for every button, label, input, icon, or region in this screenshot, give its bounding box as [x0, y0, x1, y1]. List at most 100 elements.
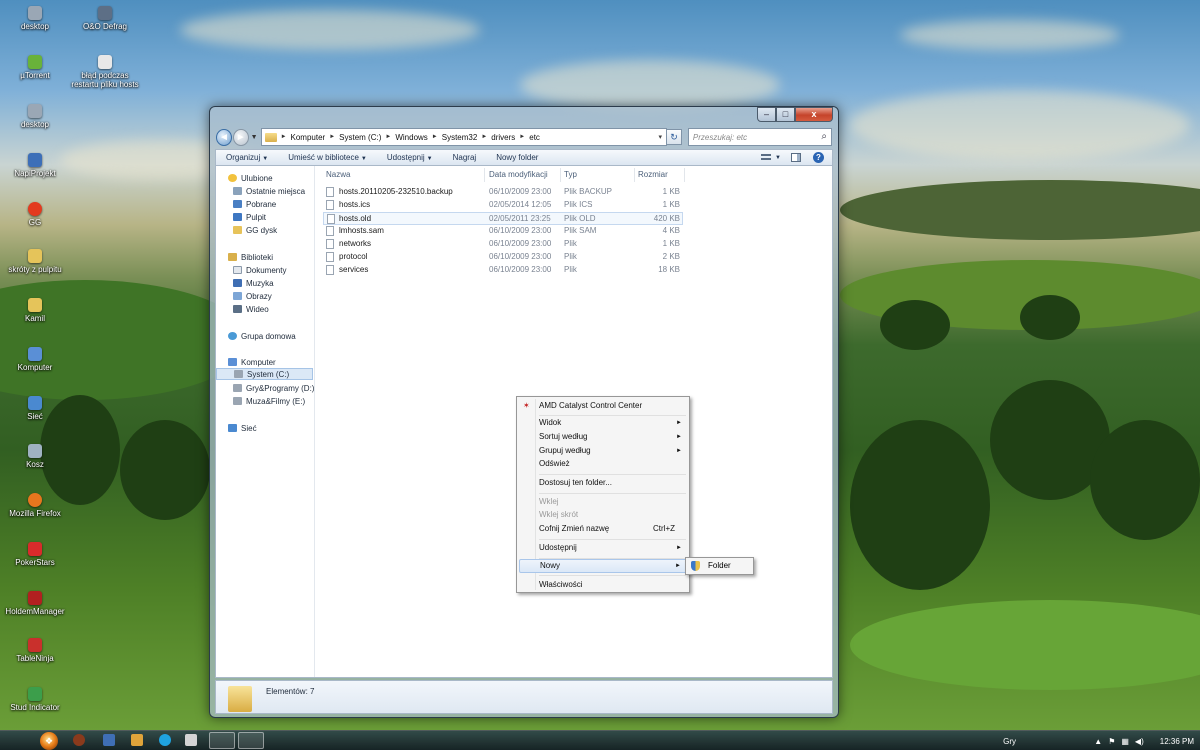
- nav-drive-e[interactable]: Muza&Filmy (E:): [233, 395, 305, 407]
- desktop-icon-holdemmanager[interactable]: HoldemManager: [0, 591, 72, 616]
- desktop-icon-pokerstars[interactable]: PokerStars: [0, 542, 72, 567]
- chevron-right-icon[interactable]: ►: [281, 134, 287, 140]
- nav-libraries[interactable]: Biblioteki: [228, 251, 273, 263]
- desktop-icon-network[interactable]: Sieć: [0, 396, 72, 421]
- chevron-right-icon[interactable]: ►: [481, 134, 487, 140]
- nav-music[interactable]: Muzyka: [233, 277, 274, 289]
- menu-item-share[interactable]: Udostępnij ►: [519, 541, 687, 555]
- chevron-up-icon[interactable]: ▲: [1094, 737, 1102, 746]
- nav-network[interactable]: Sieć: [228, 422, 257, 434]
- menu-item-new[interactable]: Nowy ►: [519, 559, 687, 573]
- include-in-library-button[interactable]: Umieść w bibliotece ▼: [278, 153, 377, 162]
- taskbar-app-icon[interactable]: [185, 734, 197, 746]
- menu-item-view[interactable]: Widok ►: [519, 416, 687, 430]
- chevron-right-icon[interactable]: ►: [385, 134, 391, 140]
- desktop-icon-shortcuts[interactable]: skróty z pulpitu: [0, 249, 72, 274]
- share-button[interactable]: Udostępnij ▼: [377, 153, 443, 162]
- organize-button[interactable]: Organizuj ▼: [216, 153, 278, 162]
- desktop-icon-napiprojekt[interactable]: NapiProjekt: [0, 153, 72, 178]
- desktop-icon-kamil[interactable]: Kamil: [0, 298, 72, 323]
- taskbar-firefox-button[interactable]: [209, 732, 235, 749]
- menu-item-customize-folder[interactable]: Dostosuj ten folder...: [519, 476, 687, 490]
- language-indicator[interactable]: Gry: [1003, 737, 1016, 746]
- submenu-item-folder[interactable]: Folder: [688, 560, 751, 572]
- file-row[interactable]: networks 06/10/2009 23:00 Plik 1 KB: [323, 238, 683, 251]
- address-bar[interactable]: ► Komputer ► System (C:) ► Windows ► Sys…: [260, 128, 668, 146]
- views-icon[interactable]: [761, 153, 772, 162]
- desktop-icon-gg[interactable]: GG: [0, 202, 72, 227]
- breadcrumb-windows[interactable]: Windows: [395, 133, 427, 142]
- flag-icon[interactable]: ⚑: [1108, 737, 1115, 746]
- back-button[interactable]: ◄: [216, 128, 232, 146]
- nav-documents[interactable]: Dokumenty: [233, 264, 286, 276]
- help-icon[interactable]: ?: [813, 152, 824, 163]
- menu-item-group-by[interactable]: Grupuj według ►: [519, 444, 687, 458]
- taskbar-skype-icon[interactable]: [159, 734, 171, 746]
- breadcrumb-drivers[interactable]: drivers: [491, 133, 515, 142]
- preview-pane-icon[interactable]: [791, 153, 801, 162]
- menu-item-properties[interactable]: Właściwości: [519, 578, 687, 592]
- forward-button[interactable]: ►: [232, 128, 249, 146]
- nav-downloads[interactable]: Pobrane: [233, 198, 276, 210]
- recent-pages-dropdown[interactable]: ▼: [251, 134, 258, 141]
- desktop-icon-utorrent[interactable]: µTorrent: [0, 55, 72, 80]
- breadcrumb-system-c[interactable]: System (C:): [339, 133, 381, 142]
- taskbar-app-icon[interactable]: [103, 734, 115, 746]
- close-button[interactable]: x: [795, 107, 833, 122]
- clock[interactable]: 12:36 PM: [1160, 737, 1194, 746]
- nav-recent-places[interactable]: Ostatnie miejsca: [233, 185, 305, 197]
- menu-item-undo-rename[interactable]: Cofnij Zmień nazwę Ctrl+Z: [519, 522, 687, 536]
- nav-gg-disk[interactable]: GG dysk: [233, 224, 277, 236]
- desktop-icon-defrag[interactable]: O&O Defrag: [68, 6, 142, 31]
- file-row[interactable]: hosts.old 02/05/2011 23:25 Plik OLD 420 …: [323, 212, 683, 225]
- taskbar-app-icon[interactable]: [131, 734, 143, 746]
- minimize-button[interactable]: –: [757, 107, 776, 122]
- network-icon[interactable]: ▦: [1121, 737, 1129, 746]
- search-icon[interactable]: ⌕: [821, 131, 827, 142]
- search-input[interactable]: Przeszukaj: etc ⌕: [687, 128, 832, 146]
- menu-item-refresh[interactable]: Odśwież: [519, 457, 687, 471]
- file-row[interactable]: hosts.ics 02/05/2014 12:05 Plik ICS 1 KB: [323, 199, 683, 212]
- refresh-button[interactable]: ↻: [667, 129, 682, 145]
- address-dropdown-button[interactable]: ▾: [655, 133, 667, 141]
- breadcrumb-komputer[interactable]: Komputer: [291, 133, 326, 142]
- desktop-icon-desktop[interactable]: desktop: [0, 6, 72, 31]
- start-button[interactable]: ❖: [40, 732, 58, 750]
- nav-homegroup[interactable]: Grupa domowa: [228, 330, 296, 342]
- column-header-date[interactable]: Data modyfikacji: [489, 170, 548, 182]
- column-divider[interactable]: [684, 168, 685, 182]
- nav-computer[interactable]: Komputer: [228, 356, 276, 368]
- file-row[interactable]: protocol 06/10/2009 23:00 Plik 2 KB: [323, 251, 683, 264]
- file-row[interactable]: lmhosts.sam 06/10/2009 23:00 Plik SAM 4 …: [323, 225, 683, 238]
- nav-pictures[interactable]: Obrazy: [233, 290, 272, 302]
- file-row[interactable]: hosts.20110205-232510.backup 06/10/2009 …: [323, 186, 683, 199]
- volume-icon[interactable]: ◀): [1135, 737, 1144, 746]
- chevron-down-icon[interactable]: ▼: [775, 155, 781, 161]
- file-row[interactable]: services 06/10/2009 23:00 Plik 18 KB: [323, 264, 683, 277]
- column-header-type[interactable]: Typ: [564, 170, 577, 182]
- nav-drive-d[interactable]: Gry&Programy (D:): [233, 382, 314, 394]
- taskbar-app-icon[interactable]: [73, 734, 85, 746]
- column-divider[interactable]: [634, 168, 635, 182]
- breadcrumb-etc[interactable]: etc: [529, 133, 540, 142]
- desktop-icon-firefox[interactable]: Mozilla Firefox: [0, 493, 72, 518]
- new-folder-button[interactable]: Nowy folder: [486, 153, 548, 162]
- burn-button[interactable]: Nagraj: [443, 153, 487, 162]
- desktop-icon-stud-indicator[interactable]: Stud Indicator: [0, 687, 72, 712]
- desktop-icon-computer[interactable]: Komputer: [0, 347, 72, 372]
- breadcrumb-system32[interactable]: System32: [442, 133, 478, 142]
- column-divider[interactable]: [560, 168, 561, 182]
- chevron-right-icon[interactable]: ►: [432, 134, 438, 140]
- menu-item-amd-catalyst[interactable]: ✶ AMD Catalyst Control Center: [519, 399, 687, 413]
- menu-item-sort-by[interactable]: Sortuj według ►: [519, 430, 687, 444]
- maximize-button[interactable]: □: [776, 107, 795, 122]
- taskbar-explorer-button[interactable]: [238, 732, 264, 749]
- desktop-icon-desktop-2[interactable]: desktop: [0, 104, 72, 129]
- desktop-icon-hosts-error[interactable]: błąd podczas restartu pliku hosts: [68, 55, 142, 89]
- nav-desktop[interactable]: Pulpit: [233, 211, 266, 223]
- nav-videos[interactable]: Wideo: [233, 303, 269, 315]
- column-divider[interactable]: [484, 168, 485, 182]
- nav-favorites[interactable]: Ulubione: [228, 172, 273, 184]
- column-header-name[interactable]: Nazwa: [326, 170, 350, 182]
- chevron-right-icon[interactable]: ►: [329, 134, 335, 140]
